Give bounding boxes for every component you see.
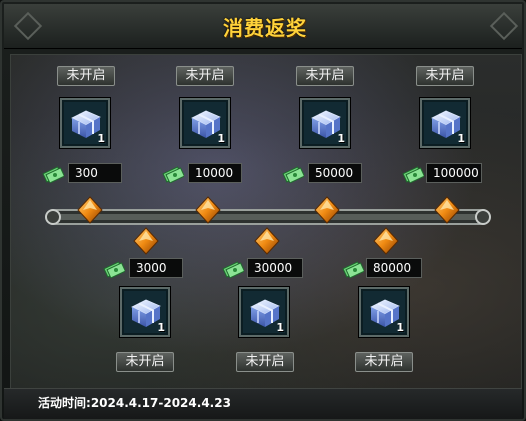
reward-4-status-button[interactable]: 未开启 (416, 66, 474, 86)
reward-4-threshold: 100000 (426, 163, 482, 183)
reward-5-threshold: 3000 (129, 258, 183, 278)
consumption-reward-window: 消费返奖 未开启 未开启 未开启 未开启 1 1 1 1 300 10000 5… (0, 0, 526, 421)
reward-5-item-slot[interactable]: 1 (120, 287, 170, 337)
milestone-6-orange-diamond-icon (254, 227, 280, 255)
cash-icon (103, 261, 125, 278)
reward-5-status-button[interactable]: 未开启 (116, 352, 174, 372)
reward-6-threshold: 30000 (247, 258, 303, 278)
cash-icon (402, 166, 424, 183)
reward-2-status-button[interactable]: 未开启 (176, 66, 234, 86)
reward-2-threshold: 10000 (188, 163, 242, 183)
milestone-2-orange-diamond-icon (195, 196, 221, 224)
reward-3-quantity: 1 (337, 132, 345, 145)
reward-6-status-button[interactable]: 未开启 (236, 352, 294, 372)
reward-7-item-slot[interactable]: 1 (359, 287, 409, 337)
milestone-4-orange-diamond-icon (434, 196, 460, 224)
milestone-1-orange-diamond-icon (77, 196, 103, 224)
event-period: 活动时间:2024.4.17-2024.4.23 (38, 394, 231, 411)
reward-7-threshold: 80000 (366, 258, 422, 278)
reward-3-threshold: 50000 (308, 163, 362, 183)
reward-1-item-slot[interactable]: 1 (60, 98, 110, 148)
event-period-label: 活动时间 (38, 396, 87, 410)
window-title: 消费返奖 (223, 16, 307, 40)
milestone-7-orange-diamond-icon (373, 227, 399, 255)
reward-1-quantity: 1 (97, 132, 105, 145)
reward-6-item-slot[interactable]: 1 (239, 287, 289, 337)
event-period-value: :2024.4.17-2024.4.23 (86, 396, 231, 410)
reward-7-quantity: 1 (396, 321, 404, 334)
reward-1-threshold: 300 (68, 163, 122, 183)
reward-7-status-button[interactable]: 未开启 (355, 352, 413, 372)
reward-2-item-slot[interactable]: 1 (180, 98, 230, 148)
cash-icon (162, 166, 184, 183)
milestone-5-orange-diamond-icon (133, 227, 159, 255)
reward-1-status-button[interactable]: 未开启 (57, 66, 115, 86)
milestone-3-orange-diamond-icon (314, 196, 340, 224)
reward-5-quantity: 1 (157, 321, 165, 334)
reward-4-item-slot[interactable]: 1 (420, 98, 470, 148)
cash-icon (42, 166, 64, 183)
progress-track (45, 209, 491, 225)
cash-icon (282, 166, 304, 183)
reward-3-item-slot[interactable]: 1 (300, 98, 350, 148)
reward-4-quantity: 1 (457, 132, 465, 145)
reward-3-status-button[interactable]: 未开启 (296, 66, 354, 86)
cash-icon (342, 261, 364, 278)
cash-icon (222, 261, 244, 278)
reward-2-quantity: 1 (217, 132, 225, 145)
reward-6-quantity: 1 (276, 321, 284, 334)
